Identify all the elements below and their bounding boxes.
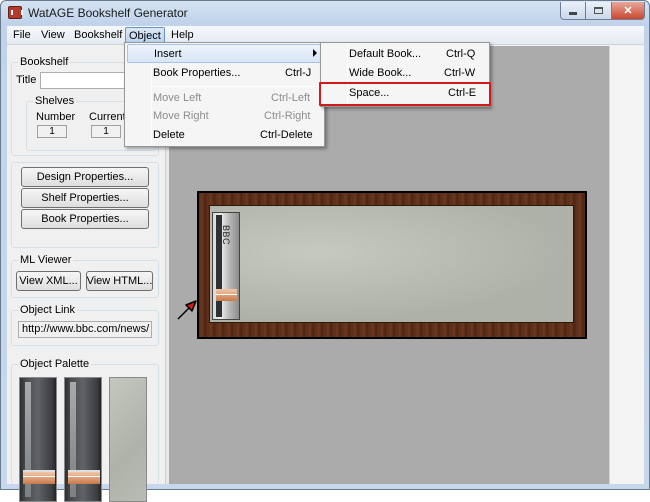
menu-delete[interactable]: Delete Ctrl-Delete: [127, 126, 322, 145]
properties-group: Design Properties... Shelf Properties...…: [11, 162, 159, 248]
menu-separator: [153, 86, 321, 87]
shelf-interior[interactable]: BBC: [209, 205, 574, 323]
menu-insert-label: Insert: [154, 48, 182, 60]
submenu-arrow-icon: [313, 49, 317, 57]
minimize-button[interactable]: [560, 2, 586, 20]
book-properties-button[interactable]: Book Properties...: [21, 209, 149, 229]
title-bar: WatAGE Bookshelf Generator ✕: [1, 1, 649, 25]
menu-default-book[interactable]: Default Book... Ctrl-Q: [323, 45, 487, 64]
palette-space-item[interactable]: [109, 377, 147, 502]
object-menu-dropdown: Insert Book Properties... Ctrl-J Move Le…: [124, 42, 325, 147]
ml-viewer-label: ML Viewer: [18, 254, 74, 266]
insert-submenu: Default Book... Ctrl-Q Wide Book... Ctrl…: [319, 42, 491, 107]
menu-view[interactable]: View: [38, 27, 68, 44]
menu-move-right[interactable]: Move Right Ctrl-Right: [127, 107, 322, 126]
menu-file[interactable]: File: [10, 27, 34, 44]
object-palette-group: Object Palette: [11, 358, 159, 502]
book-title: BBC: [221, 225, 231, 246]
book-item[interactable]: BBC: [212, 212, 240, 320]
object-link-label: Object Link: [18, 304, 78, 316]
right-strip: [609, 46, 644, 484]
bookshelf-group-label: Bookshelf: [18, 56, 71, 68]
bookshelf: BBC: [197, 191, 587, 339]
close-button[interactable]: ✕: [612, 2, 645, 20]
title-label: Title: [16, 74, 37, 86]
maximize-button[interactable]: [586, 2, 612, 20]
current-label: Current: [89, 111, 126, 123]
palette-book-item[interactable]: [19, 377, 57, 502]
menu-move-left[interactable]: Move Left Ctrl-Left: [127, 89, 322, 108]
object-link-input[interactable]: http://www.bbc.com/news/: [18, 321, 152, 338]
space-highlight-box: [319, 82, 491, 106]
number-value: 1: [37, 125, 67, 138]
ml-viewer-group: ML Viewer View XML... View HTML...: [11, 254, 159, 298]
maximize-icon: [594, 7, 603, 14]
number-label: Number: [36, 111, 76, 123]
shelf-properties-button[interactable]: Shelf Properties...: [21, 188, 149, 208]
menu-insert[interactable]: Insert: [127, 44, 322, 63]
view-xml-button[interactable]: View XML...: [16, 271, 81, 291]
bookshelf-app-icon: [8, 6, 23, 19]
menu-wide-book[interactable]: Wide Book... Ctrl-W: [323, 64, 487, 83]
app-window: WatAGE Bookshelf Generator ✕ File View B…: [0, 0, 650, 502]
window-title: WatAGE Bookshelf Generator: [28, 6, 188, 20]
shelves-group-label: Shelves: [33, 95, 77, 107]
close-icon: ✕: [623, 5, 633, 17]
design-properties-button[interactable]: Design Properties...: [21, 167, 149, 187]
menu-bookshelf[interactable]: Bookshelf: [71, 27, 125, 44]
current-value: 1: [91, 125, 121, 138]
view-html-button[interactable]: View HTML...: [86, 271, 153, 291]
pointer-arrow-icon: [177, 300, 197, 320]
object-palette-label: Object Palette: [18, 358, 92, 370]
object-link-group: Object Link http://www.bbc.com/news/: [11, 304, 159, 346]
palette-wide-book-item[interactable]: [64, 377, 102, 502]
minimize-icon: [569, 12, 577, 15]
menu-book-properties[interactable]: Book Properties... Ctrl-J: [127, 64, 322, 83]
